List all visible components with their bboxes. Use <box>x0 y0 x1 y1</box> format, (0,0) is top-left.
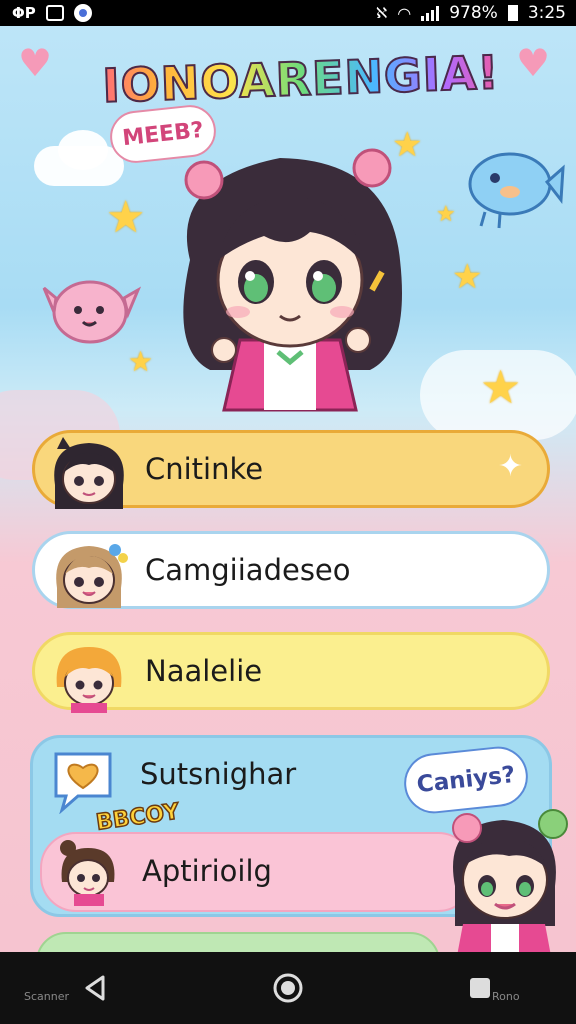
back-button[interactable] <box>76 968 116 1008</box>
menu-item-label: Camgiiadeseo <box>145 553 351 587</box>
notification-icon: ΦP <box>12 4 36 22</box>
app-screen: ΦP ℵ ◠ 978% 3:25 ♥ ♥ ★ ★ ★ ★ ★ ★ IONOARE… <box>0 0 576 1024</box>
signal-icon <box>421 5 440 21</box>
menu-item-label: Naalelie <box>145 654 263 688</box>
avatar <box>60 840 115 906</box>
battery-percent: 978% <box>449 3 498 23</box>
nav-right-label: Rono <box>492 990 520 1003</box>
menu-item-2[interactable]: Camgiiadeseo <box>32 531 550 609</box>
star-icon: ★ <box>106 192 146 243</box>
menu-item-label: Aptirioilg <box>142 854 272 888</box>
wifi-icon: ◠ <box>397 3 412 23</box>
star-icon: ★ <box>452 257 483 297</box>
avatar <box>56 544 128 608</box>
nav-left-label: Scanner <box>24 990 70 1003</box>
battery-icon <box>507 5 518 21</box>
heart-chat-icon <box>54 752 112 814</box>
fish-creature-illustration <box>468 152 565 229</box>
pink-blob-creature-illustration <box>42 280 142 344</box>
system-nav-bar <box>0 952 576 1024</box>
heart-icon: ♥ <box>18 41 53 85</box>
home-button[interactable] <box>268 968 308 1008</box>
home-icon <box>273 973 303 1003</box>
mascot-character-illustration <box>452 809 568 956</box>
sparkle-icon: ✦ <box>497 449 523 484</box>
star-icon: ★ <box>436 202 456 227</box>
app-title: IONOARENGIA! <box>85 44 517 114</box>
menu-item-1[interactable]: Cnitinke ✦ <box>32 430 550 509</box>
avatar <box>54 437 124 509</box>
status-bar: ΦP ℵ ◠ 978% 3:25 <box>0 0 576 26</box>
cloud-left-top <box>58 130 108 170</box>
back-icon <box>85 975 105 1001</box>
clock: 3:25 <box>527 3 566 23</box>
screenshot-icon <box>45 5 64 21</box>
status-right: ℵ ◠ 978% 3:25 <box>376 3 566 23</box>
app-notification-icon <box>73 4 92 22</box>
heart-icon: ♥ <box>516 41 551 85</box>
recents-icon <box>470 978 490 998</box>
menu-item-4-label[interactable]: Sutsnighar <box>140 757 296 791</box>
status-left: ΦP <box>12 4 92 22</box>
star-icon: ★ <box>480 360 522 414</box>
avatar <box>56 647 122 713</box>
nfc-icon: ℵ <box>376 4 388 22</box>
menu-item-label: Cnitinke <box>145 452 264 486</box>
menu-item-3[interactable]: Naalelie <box>32 632 550 713</box>
mascot-character-illustration <box>183 148 402 412</box>
